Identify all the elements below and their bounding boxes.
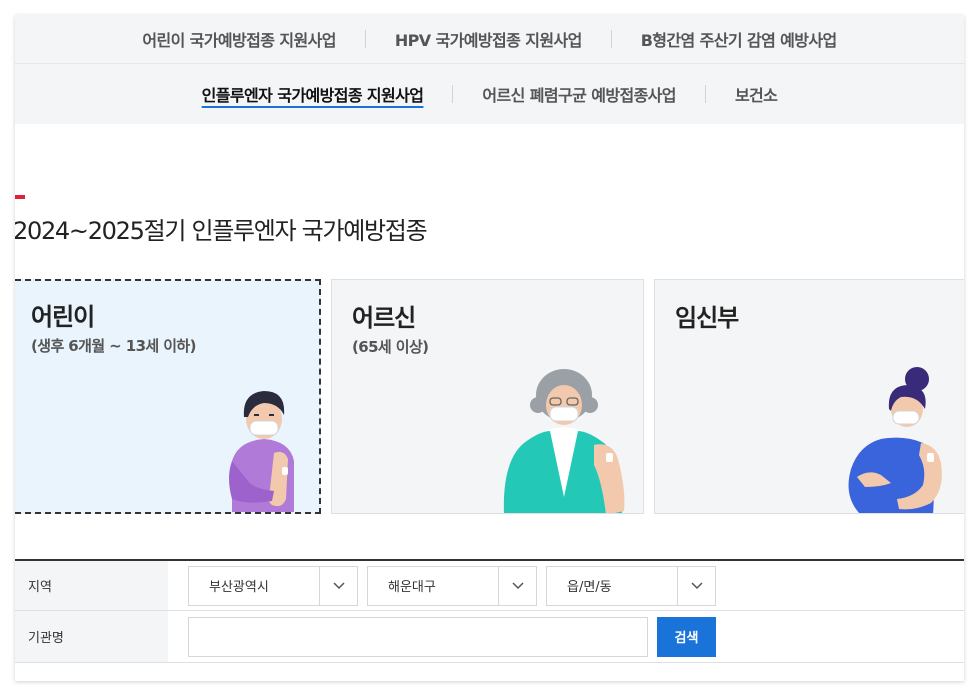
card-seniors[interactable]: 어르신 (65세 이상) xyxy=(331,279,644,514)
search-button[interactable]: 검색 xyxy=(657,616,716,657)
search-form: 지역 부산광역시 해운대구 읍/면/동 기관명 검색 xyxy=(15,559,964,663)
town-select[interactable]: 읍/면/동 xyxy=(546,565,716,606)
section-title: 2024~2025절기 인플루엔자 국가예방접종 xyxy=(15,217,428,245)
chevron-down-icon[interactable] xyxy=(677,566,715,605)
district-select[interactable]: 해운대구 xyxy=(367,565,537,606)
org-name-label: 기관명 xyxy=(15,611,168,662)
page-frame: 어린이 국가예방접종 지원사업 HPV 국가예방접종 지원사업 B형간염 주산기… xyxy=(15,15,964,681)
city-select-value: 부산광역시 xyxy=(209,580,269,595)
service-nav: 어린이 국가예방접종 지원사업 HPV 국가예방접종 지원사업 B형간염 주산기… xyxy=(15,15,964,124)
form-row-org: 기관명 검색 xyxy=(15,611,964,663)
nav-divider xyxy=(364,30,366,48)
card-subtitle: (생후 6개월 ~ 13세 이하) xyxy=(31,337,196,355)
nav-divider xyxy=(704,85,706,103)
card-title: 어르신 xyxy=(352,304,416,332)
nav-row-2: 인플루엔자 국가예방접종 지원사업 어르신 폐렴구균 예방접종사업 보건소 xyxy=(15,63,964,124)
region-field: 부산광역시 해운대구 읍/면/동 xyxy=(168,561,964,610)
nav-divider xyxy=(452,85,454,103)
card-children[interactable]: 어린이 (생후 6개월 ~ 13세 이하) xyxy=(15,279,321,514)
nav-item-influenza[interactable]: 인플루엔자 국가예방접종 지원사업 xyxy=(202,82,424,106)
city-select[interactable]: 부산광역시 xyxy=(188,565,358,606)
chevron-down-icon[interactable] xyxy=(498,566,536,605)
nav-item-hepatitis-b[interactable]: B형간염 주산기 감염 예방사업 xyxy=(641,27,838,51)
pregnant-vaccination-illustration xyxy=(848,367,942,513)
org-name-input[interactable] xyxy=(188,616,648,657)
form-row-region: 지역 부산광역시 해운대구 읍/면/동 xyxy=(15,561,964,611)
card-title: 임신부 xyxy=(675,304,739,332)
section-accent-mark xyxy=(15,195,25,199)
nav-item-health-center[interactable]: 보건소 xyxy=(735,82,778,106)
card-subtitle: (65세 이상) xyxy=(352,338,429,356)
nav-row-1: 어린이 국가예방접종 지원사업 HPV 국가예방접종 지원사업 B형간염 주산기… xyxy=(15,15,964,63)
nav-item-hpv[interactable]: HPV 국가예방접종 지원사업 xyxy=(395,27,582,51)
region-label: 지역 xyxy=(15,561,168,610)
town-select-value: 읍/면/동 xyxy=(567,580,612,595)
card-title: 어린이 xyxy=(31,303,95,331)
nav-item-pneumococcal[interactable]: 어르신 폐렴구균 예방접종사업 xyxy=(482,82,676,106)
senior-vaccination-illustration xyxy=(503,369,625,513)
card-pregnant[interactable]: 임신부 xyxy=(654,279,964,514)
nav-item-child-vaccination[interactable]: 어린이 국가예방접종 지원사업 xyxy=(142,27,336,51)
child-vaccination-illustration xyxy=(229,391,294,512)
chevron-down-icon[interactable] xyxy=(319,566,357,605)
org-name-field: 검색 xyxy=(168,611,964,662)
district-select-value: 해운대구 xyxy=(388,580,436,595)
nav-divider xyxy=(610,30,612,48)
